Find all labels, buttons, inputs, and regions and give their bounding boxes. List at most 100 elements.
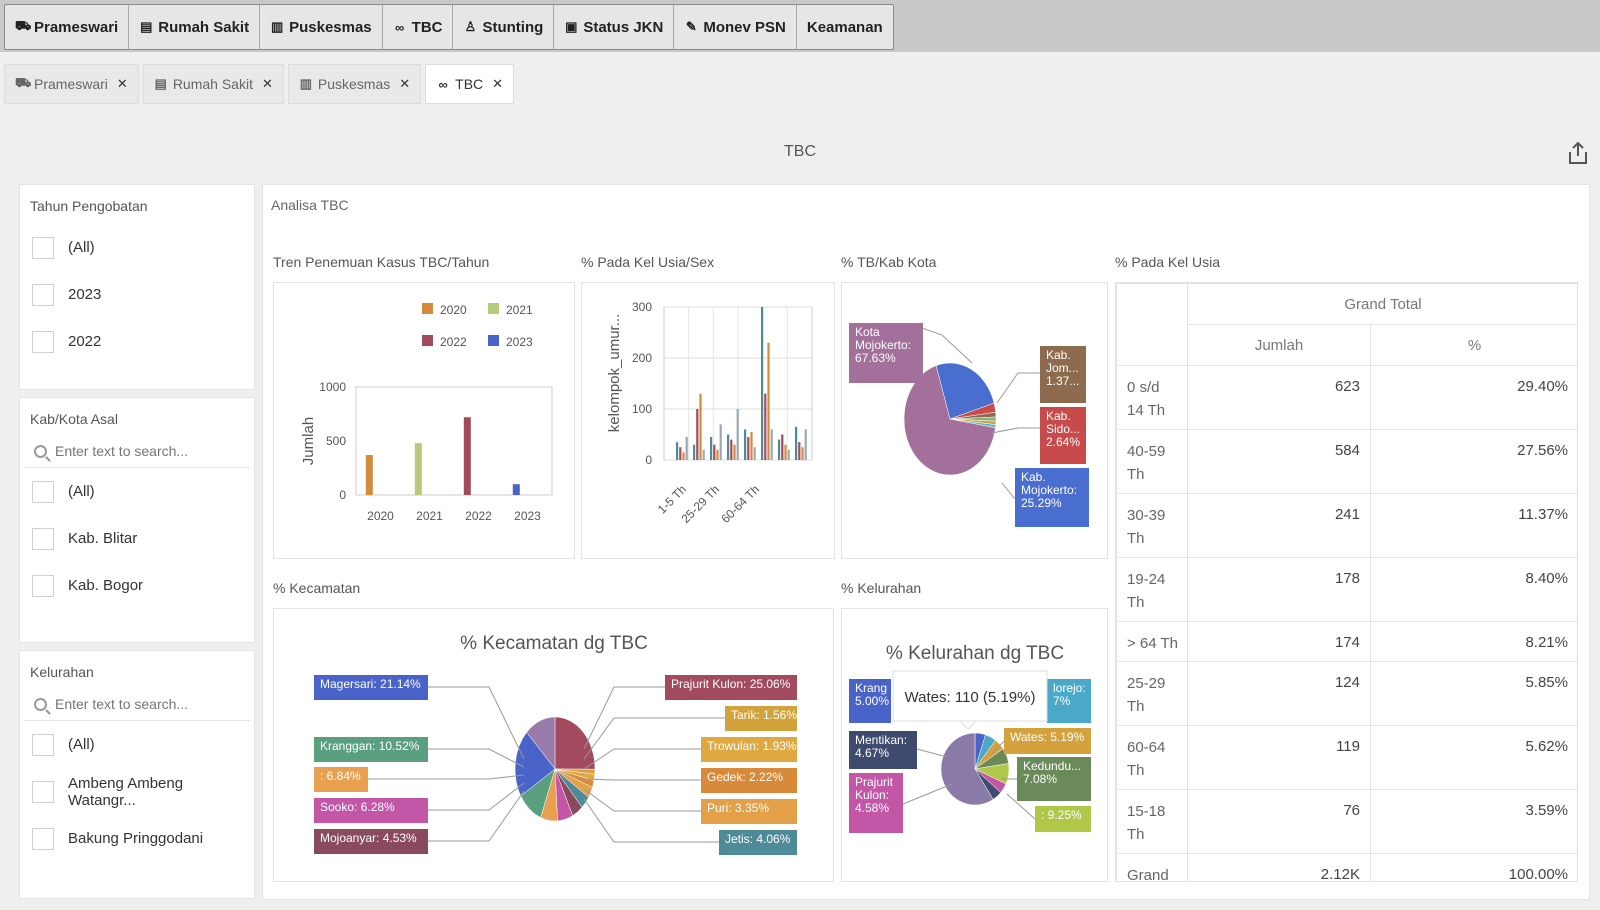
option-label: 2022 [68, 333, 102, 350]
leader-line [921, 327, 973, 364]
tooltip-text: Wates: 110 (5.19%) [905, 689, 1036, 706]
menu-rumah-sakit[interactable]: ▤ Rumah Sakit [129, 5, 261, 49]
leader-line [428, 790, 525, 842]
bar-2021 [414, 443, 422, 495]
bar [770, 429, 773, 460]
slice-label: Tarik: 1.56% [731, 708, 797, 722]
filter-option[interactable]: (All) [20, 721, 254, 768]
filter-option[interactable]: Kab. Bogor [20, 562, 254, 609]
bar [764, 393, 767, 460]
bar [730, 439, 733, 460]
option-label: (All) [68, 483, 95, 500]
main-title: Analisa TBC [271, 197, 349, 213]
menu-puskesmas[interactable]: ▥ Puskesmas [260, 5, 383, 49]
checkbox[interactable] [32, 283, 54, 306]
search-input[interactable] [55, 443, 235, 459]
pivot-kel-usia: Grand Total Jumlah % 0 s/d 14 Th 623 29.40… [1115, 282, 1578, 882]
filter-option[interactable]: 2022 [20, 318, 254, 365]
cell-pct: 100.00% [1370, 853, 1577, 881]
tab-puskesmas[interactable]: ▥ Puskesmas ✕ [287, 64, 422, 104]
checkbox[interactable] [32, 330, 54, 353]
pivot-table: Grand Total Jumlah % 0 s/d 14 Th 623 29.40… [1116, 283, 1577, 881]
filter-option[interactable]: 2023 [20, 271, 254, 318]
slice-label: Sooko: 6.28% [320, 800, 395, 814]
bar [685, 437, 688, 460]
menu-keamanan[interactable]: Keamanan [797, 5, 893, 49]
table-row: Grand 2.12K 100.00% [1116, 853, 1577, 881]
menu-status-jkn[interactable]: ▣ Status JKN [554, 5, 675, 49]
chart-kab-svg: KotaMojokerto:67.63%Kab.Mojokerto:25.29%… [849, 323, 1089, 527]
y-tick-label: 100 [632, 402, 652, 416]
cell-pct: 29.40% [1370, 365, 1577, 430]
tab-prameswari[interactable]: ⛟ Prameswari ✕ [4, 64, 139, 104]
chart-tren-kasus: 0 500 1000 Jumlah 2020 2021 2022 2023 2020 2021 20… [273, 282, 575, 559]
close-icon[interactable]: ✕ [399, 76, 410, 92]
menu-monev-psn[interactable]: ✎ Monev PSN [674, 5, 797, 49]
bar [719, 424, 722, 460]
search-icon [34, 697, 47, 711]
menu-prameswari[interactable]: ⛟ Prameswari [5, 5, 130, 49]
cell-pct: 5.62% [1370, 725, 1577, 790]
checkbox[interactable] [32, 527, 54, 550]
row-label: 40-59 Th [1116, 429, 1188, 494]
legend-swatch [488, 335, 499, 346]
legend-label: 2020 [440, 303, 467, 317]
y-tick-label: 300 [632, 300, 652, 314]
section-title-kelurahan: % Kelurahan [841, 580, 922, 596]
x-tick-label: 2022 [465, 509, 492, 523]
building-icon: ▥ [270, 19, 284, 34]
checkbox[interactable] [32, 733, 54, 756]
checkbox[interactable] [32, 780, 54, 803]
cell-jumlah: 241 [1187, 493, 1371, 558]
close-icon[interactable]: ✕ [262, 76, 273, 92]
bar [710, 437, 713, 460]
chart-usia-sex: 0 100 200 300 kelompok_umur... 1-5 Th 25-29 Th… [581, 282, 835, 559]
chart-tren-svg: 0 500 1000 Jumlah 2020 2021 2022 2023 2020 2021 20… [300, 303, 553, 523]
binoculars-icon: ∞ [395, 19, 405, 35]
leader-line [583, 788, 701, 812]
close-icon[interactable]: ✕ [492, 76, 503, 92]
tab-rumah-sakit[interactable]: ▤ Rumah Sakit ✕ [142, 64, 284, 104]
option-label: 2023 [68, 286, 102, 303]
pie-slice [554, 716, 596, 770]
menu-stunting[interactable]: ♙ Stunting [453, 5, 555, 49]
x-tick-label: 2023 [514, 509, 541, 523]
close-icon[interactable]: ✕ [117, 76, 128, 92]
legend-label: 2021 [506, 303, 533, 317]
section-title-usia-sex: % Pada Kel Usia/Sex [581, 254, 715, 270]
slice-label: 4.58% [855, 801, 889, 815]
binoculars-icon: ∞ [438, 76, 448, 92]
checkbox[interactable] [32, 236, 54, 259]
bar [733, 444, 736, 460]
legend-label: 2023 [506, 335, 533, 349]
pivot-col-pct: % [1370, 324, 1577, 366]
car-icon: ⛟ [15, 18, 32, 33]
bar [787, 449, 790, 460]
table-row: 40-59 Th 584 27.56% [1116, 429, 1577, 494]
filter-option[interactable]: (All) [20, 468, 254, 515]
checkbox[interactable] [32, 480, 54, 503]
leader-line [428, 782, 525, 811]
main-menu: ⛟ Prameswari ▤ Rumah Sakit ▥ Puskesmas ∞ TBC… [4, 4, 894, 50]
slice-label: 7% [1053, 694, 1071, 708]
bar [676, 442, 679, 460]
filter-option[interactable]: (All) [20, 224, 254, 271]
section-title-kab-kota: % TB/Kab Kota [841, 254, 937, 270]
menu-tbc[interactable]: ∞ TBC [383, 5, 454, 49]
option-label: (All) [68, 736, 95, 753]
tab-tbc[interactable]: ∞ TBC ✕ [425, 64, 515, 104]
legend-label: 2022 [440, 335, 467, 349]
search-input[interactable] [55, 696, 235, 712]
chart-kecamatan: % Kecamatan dg TBC Magersari: 21.14% Krang… [273, 608, 834, 882]
leader-line [428, 686, 525, 760]
bar [795, 426, 798, 460]
slice-label: 67.63% [855, 351, 896, 365]
slice-label: 7.08% [1023, 772, 1057, 786]
checkbox[interactable] [32, 574, 54, 597]
filter-option[interactable]: Ambeng Ambeng Watangr... [20, 768, 254, 815]
filter-option[interactable]: Bakung Pringgodani [20, 815, 254, 862]
share-icon[interactable] [1567, 141, 1589, 165]
filter-option[interactable]: Kab. Blitar [20, 515, 254, 562]
checkbox[interactable] [32, 827, 54, 850]
cell-jumlah: 174 [1187, 621, 1371, 662]
